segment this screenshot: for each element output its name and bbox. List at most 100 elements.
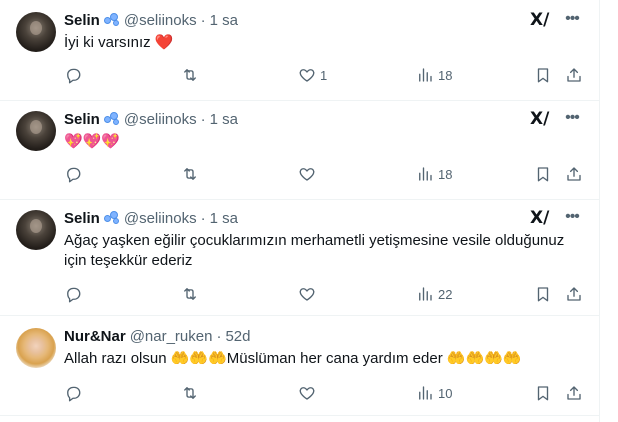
author-name[interactable]: Selin [64,12,100,29]
author-name[interactable]: Selin [64,210,100,227]
verified-badge-icon [103,112,120,126]
share-icon [567,287,581,301]
bookmark-button[interactable] [534,383,552,403]
tweet-text: Ağaç yaşken eğilir çocuklarımızın merham… [64,231,584,271]
bookmark-icon [537,68,549,83]
retweet-button[interactable] [181,284,203,304]
tweet-header: Selin @seliinoks · 1 sa [64,109,238,129]
tweet-actions: 1 18 [64,65,584,85]
tweet-text-body: Müslüman her cana yardım eder [226,350,443,367]
separator-dot: · [216,327,222,345]
views-count: 22 [438,286,453,302]
emoji: 🤲🤲🤲 [170,350,227,367]
views-icon [419,68,432,82]
avatar[interactable] [16,210,56,250]
tweet-header: Selin @seliinoks · 1 sa [64,10,238,30]
bookmark-button[interactable] [534,284,552,304]
tweet-text-line: için teşekkür ederiz [64,252,193,269]
like-button[interactable]: 1 [298,65,327,85]
emoji: 💖💖💖 [64,133,121,150]
views-icon [419,287,432,301]
tweet[interactable]: Selin @seliinoks · 1 sa X/ ••• 💖💖💖 18 [0,101,600,200]
reply-icon [67,68,81,84]
share-button[interactable] [565,284,583,304]
share-button[interactable] [565,383,583,403]
retweet-icon [184,168,196,180]
timestamp[interactable]: 1 sa [210,12,238,29]
grok-icon[interactable]: X/ [530,208,550,228]
timestamp[interactable]: 1 sa [210,210,238,227]
tweet[interactable]: Selin @seliinoks · 1 sa X/ ••• Ağaç yaşk… [0,200,600,316]
timestamp[interactable]: 52d [225,328,250,345]
reply-button[interactable] [64,65,86,85]
separator-dot: · [200,110,206,128]
share-button[interactable] [565,65,583,85]
retweet-button[interactable] [181,164,203,184]
timestamp[interactable]: 1 sa [210,111,238,128]
retweet-icon [184,387,196,399]
share-icon [567,386,581,400]
bookmark-button[interactable] [534,65,552,85]
tweet-actions: 22 [64,284,584,304]
author-handle[interactable]: @seliinoks [124,12,197,29]
views-count: 10 [438,385,453,401]
author-handle[interactable]: @seliinoks [124,210,197,227]
retweet-icon [184,288,196,300]
author-handle[interactable]: @seliinoks [124,111,197,128]
author-name[interactable]: Nur&Nar [64,328,126,345]
bookmark-icon [537,386,549,401]
views-button[interactable]: 18 [416,164,452,184]
like-button[interactable] [298,383,320,403]
share-button[interactable] [565,164,583,184]
tweet-text-line: Ağaç yaşken eğilir çocuklarımızın merham… [64,232,565,249]
verified-badge-icon [103,211,120,225]
grok-icon[interactable]: X/ [530,10,550,30]
avatar[interactable] [16,328,56,368]
reply-icon [67,287,81,303]
retweet-button[interactable] [181,65,203,85]
separator-dot: · [200,209,206,227]
tweet[interactable]: Selin @seliinoks · 1 sa X/ ••• İyi ki va… [0,0,600,101]
tweet[interactable]: Nur&Nar @nar_ruken · 52d Allah razı olsu… [0,316,600,416]
verified-badge-icon [103,13,120,27]
separator-dot: · [200,11,206,29]
more-icon[interactable]: ••• [562,11,582,32]
views-icon [419,386,432,400]
share-icon [567,167,581,181]
like-count: 1 [320,67,328,83]
tweet-header: Nur&Nar @nar_ruken · 52d [64,326,251,346]
views-button[interactable]: 18 [416,65,452,85]
like-icon [299,387,315,400]
tweet-header: Selin @seliinoks · 1 sa [64,208,238,228]
reply-button[interactable] [64,383,86,403]
reply-button[interactable] [64,164,86,184]
reply-icon [67,386,81,402]
like-icon [299,288,315,301]
avatar[interactable] [16,12,56,52]
author-name[interactable]: Selin [64,111,100,128]
views-button[interactable]: 22 [416,284,452,304]
retweet-icon [184,69,196,81]
views-count: 18 [438,166,453,182]
author-handle[interactable]: @nar_ruken [130,328,213,345]
like-icon [299,168,315,181]
reply-icon [67,167,81,183]
tweet-actions: 18 [64,164,584,184]
share-icon [567,68,581,82]
like-button[interactable] [298,164,320,184]
like-button[interactable] [298,284,320,304]
timeline-feed: Selin @seliinoks · 1 sa X/ ••• İyi ki va… [0,0,600,422]
reply-button[interactable] [64,284,86,304]
grok-icon[interactable]: X/ [530,109,550,129]
tweet-actions: 10 [64,383,584,403]
bookmark-button[interactable] [534,164,552,184]
more-icon[interactable]: ••• [562,110,582,131]
bookmark-icon [537,287,549,302]
views-button[interactable]: 10 [416,383,452,403]
more-icon[interactable]: ••• [562,209,582,230]
retweet-button[interactable] [181,383,203,403]
emoji: 🤲🤲🤲🤲 [446,350,522,367]
avatar[interactable] [16,111,56,151]
tweet-text: Allah razı olsun 🤲🤲🤲Müslüman her cana ya… [64,349,584,369]
bookmark-icon [537,167,549,182]
